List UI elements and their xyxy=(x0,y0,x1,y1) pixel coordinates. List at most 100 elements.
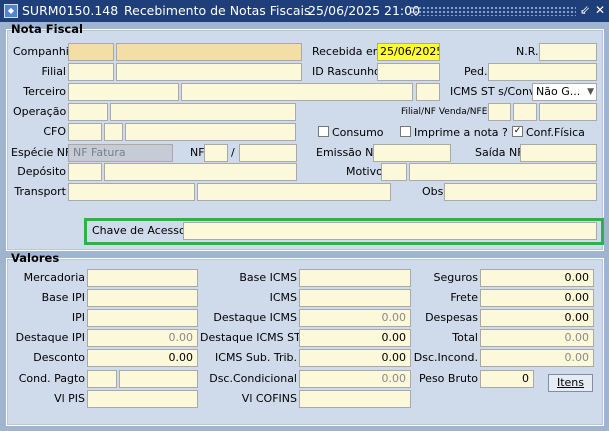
terceiro-name-field[interactable] xyxy=(181,83,413,101)
total-field[interactable]: 0.00 xyxy=(480,329,594,347)
base-icms-label: Base ICMS xyxy=(239,271,297,284)
itens-button[interactable]: Itens xyxy=(548,374,593,392)
filial-nf-venda-field[interactable] xyxy=(513,103,537,121)
destaque-icms-label: Destaque ICMS xyxy=(213,311,297,324)
nota-fiscal-title: Nota Fiscal xyxy=(11,22,83,36)
chave-acesso-label: Chave de Acesso xyxy=(92,224,186,237)
consumo-checkbox[interactable] xyxy=(318,126,329,137)
destaque-ipi-field[interactable]: 0.00 xyxy=(87,329,198,347)
desconto-label: Desconto xyxy=(33,351,85,364)
imprime-checkbox[interactable] xyxy=(400,126,411,137)
companhia-name-field[interactable] xyxy=(116,43,302,61)
chave-acesso-field[interactable] xyxy=(183,222,597,240)
vl-cofins-field[interactable] xyxy=(299,390,411,408)
deposito-code-field[interactable] xyxy=(68,163,102,181)
ped-label: Ped. xyxy=(464,65,488,78)
companhia-label: Companhia xyxy=(13,45,76,58)
filial-code-field[interactable] xyxy=(68,63,114,81)
chevron-down-icon[interactable]: ▼ xyxy=(587,84,594,100)
id-rascunho-field[interactable] xyxy=(377,63,440,81)
vl-cofins-label: Vl COFINS xyxy=(241,392,297,405)
terceiro-code-field[interactable] xyxy=(68,83,179,101)
emissao-field[interactable] xyxy=(373,144,451,162)
seguros-field[interactable]: 0.00 xyxy=(480,269,594,287)
obs-field[interactable] xyxy=(444,183,597,201)
dsc-incond-label: Dsc.Incond. xyxy=(413,351,478,364)
nr-label: N.R. xyxy=(516,45,539,58)
ped-field[interactable] xyxy=(488,63,597,81)
total-label: Total xyxy=(452,331,478,344)
saida-field[interactable] xyxy=(520,144,597,162)
motivo-desc-field[interactable] xyxy=(409,163,597,181)
terceiro-extra-field[interactable] xyxy=(416,83,440,101)
conf-fisica-checkbox[interactable]: ✓ xyxy=(512,126,523,137)
icms-sub-trib-field[interactable]: 0.00 xyxy=(299,349,411,367)
destaque-icms-field[interactable]: 0.00 xyxy=(299,309,411,327)
close-icon[interactable]: ✕ xyxy=(593,3,607,17)
mercadoria-field[interactable] xyxy=(87,269,198,287)
especie-field[interactable]: NF Fatura xyxy=(68,144,173,162)
cfo-desc-field[interactable] xyxy=(125,123,296,141)
icms-label: ICMS xyxy=(269,291,297,304)
icms-st-value: Não G... xyxy=(536,85,581,98)
form-id: SURM0150.148 xyxy=(22,3,119,18)
nf-number-field[interactable] xyxy=(239,144,297,162)
vl-pis-label: Vl PIS xyxy=(54,392,85,405)
peso-bruto-field[interactable]: 0 xyxy=(480,370,534,388)
operacao-code-field[interactable] xyxy=(68,103,108,121)
destaque-ipi-label: Destaque IPI xyxy=(15,331,85,344)
minimize-icon[interactable]: ⇙ xyxy=(578,3,592,17)
mercadoria-label: Mercadoria xyxy=(23,271,85,284)
dsc-incond-field[interactable]: 0.00 xyxy=(480,349,594,367)
title-bar-dots xyxy=(410,6,576,16)
cond-pagto-label: Cond. Pagto xyxy=(18,372,85,385)
cond-pagto-desc-field[interactable] xyxy=(119,370,198,388)
base-icms-field[interactable] xyxy=(299,269,411,287)
cond-pagto-code-field[interactable] xyxy=(87,370,117,388)
window-title: Recebimento de Notas Fiscais xyxy=(124,3,311,18)
ipi-field[interactable] xyxy=(87,309,198,327)
filial-name-field[interactable] xyxy=(116,63,302,81)
consumo-label: Consumo xyxy=(332,126,384,139)
desconto-field[interactable]: 0.00 xyxy=(87,349,198,367)
deposito-label: Depósito xyxy=(17,165,66,178)
despesas-field[interactable]: 0.00 xyxy=(480,309,594,327)
icms-sub-trib-label: ICMS Sub. Trib. xyxy=(215,351,297,364)
nf-serie-field[interactable] xyxy=(204,144,228,162)
destaque-icms-st-field[interactable]: 0.00 xyxy=(299,329,411,347)
operacao-name-field[interactable] xyxy=(110,103,296,121)
recebida-label: Recebida em xyxy=(312,45,384,58)
transport-code-field[interactable] xyxy=(68,183,195,201)
recebida-field[interactable]: 25/06/2025 xyxy=(377,43,440,61)
emissao-label: Emissão NF xyxy=(316,146,380,159)
app-icon: ◆ xyxy=(4,4,18,18)
frete-label: Frete xyxy=(450,291,478,304)
base-ipi-field[interactable] xyxy=(87,289,198,307)
nr-field[interactable] xyxy=(539,43,597,61)
window-datetime: 25/06/2025 21:00 xyxy=(308,3,421,18)
vl-pis-field[interactable] xyxy=(87,390,198,408)
deposito-name-field[interactable] xyxy=(104,163,297,181)
terceiro-label: Terceiro xyxy=(23,85,66,98)
dsc-condicional-label: Dsc.Condicional xyxy=(209,372,297,385)
motivo-label: Motivo xyxy=(346,165,383,178)
filial-label: Filial xyxy=(41,65,67,78)
peso-bruto-label: Peso Bruto xyxy=(418,372,478,385)
frete-field[interactable]: 0.00 xyxy=(480,289,594,307)
title-bar[interactable]: ◆ SURM0150.148 Recebimento de Notas Fisc… xyxy=(0,0,609,22)
companhia-code-field[interactable] xyxy=(68,43,114,61)
icms-field[interactable] xyxy=(299,289,411,307)
filial-nf-filial-field[interactable] xyxy=(488,103,511,121)
operacao-label: Operação xyxy=(13,105,67,118)
motivo-code-field[interactable] xyxy=(381,163,407,181)
especie-label: Espécie NF xyxy=(11,146,72,159)
transport-name-field[interactable] xyxy=(197,183,391,201)
icms-st-label: ICMS ST s/Conv. xyxy=(450,85,539,98)
obs-label: Obs xyxy=(422,185,444,198)
icms-st-select[interactable]: Não G... ▼ xyxy=(532,83,597,101)
cfo-code-field[interactable] xyxy=(68,123,102,141)
cfo-digit-field[interactable] xyxy=(104,123,123,141)
dsc-condicional-field[interactable]: 0.00 xyxy=(299,370,411,388)
filial-nf-nfe-field[interactable] xyxy=(539,103,597,121)
destaque-icms-st-label: Destaque ICMS ST xyxy=(200,331,301,344)
